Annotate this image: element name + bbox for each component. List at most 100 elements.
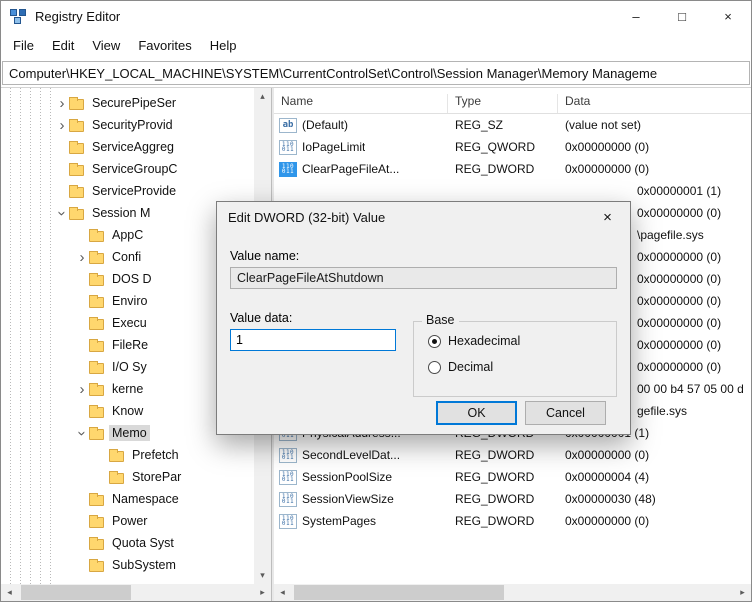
tree-item-label: FileRe [112, 338, 149, 352]
value-name-cell: ClearPageFileAt... [274, 161, 448, 177]
chevron-icon[interactable] [55, 95, 69, 112]
folder-icon [89, 558, 104, 572]
value-name: SessionPoolSize [302, 470, 393, 484]
value-name-cell: (Default) [274, 117, 448, 133]
chevron-icon[interactable] [55, 117, 69, 134]
chevron-icon[interactable] [75, 381, 89, 398]
scroll-left-icon[interactable]: ◂ [274, 584, 291, 601]
value-name: IoPageLimit [302, 140, 366, 154]
maximize-button[interactable]: □ [659, 1, 705, 31]
folder-icon [69, 96, 84, 110]
menu-item-view[interactable]: View [83, 31, 129, 59]
folder-icon [69, 140, 84, 154]
folder-icon [89, 316, 104, 330]
folder-icon [89, 514, 104, 528]
dword-value-icon [279, 469, 297, 485]
scrollbar-thumb[interactable] [294, 585, 504, 600]
folder-icon [69, 162, 84, 176]
minimize-button[interactable]: – [613, 1, 659, 31]
title-bar[interactable]: Registry Editor – □ × [1, 1, 751, 31]
radio-decimal[interactable]: Decimal [428, 360, 493, 374]
edit-dword-dialog: Edit DWORD (32-bit) Value × Value name: … [216, 201, 631, 435]
registry-value-row[interactable]: (Default) REG_SZ (value not set) [274, 114, 751, 136]
dialog-title-bar[interactable]: Edit DWORD (32-bit) Value × [217, 202, 630, 232]
column-header-type[interactable]: Type [448, 94, 558, 113]
folder-icon [69, 118, 84, 132]
scroll-up-icon[interactable]: ▴ [254, 88, 271, 105]
tree-item-securityprovid[interactable]: SecurityProvid [1, 114, 254, 136]
dword-value-icon [279, 447, 297, 463]
value-data: 0x00000000 (0) [565, 514, 650, 528]
scroll-right-icon[interactable]: ▸ [254, 584, 271, 601]
window-title: Registry Editor [35, 8, 121, 24]
tree-item-quota-syst[interactable]: Quota Syst [1, 532, 254, 554]
dword-value-icon [279, 161, 297, 177]
folder-icon [69, 206, 84, 220]
value-data-input[interactable] [230, 329, 396, 351]
folder-icon [109, 448, 124, 462]
registry-value-row[interactable]: IoPageLimit REG_QWORD 0x00000000 (0) [274, 136, 751, 158]
tree-item-label: ServiceGroupC [92, 162, 178, 176]
value-type: REG_QWORD [455, 140, 536, 154]
scroll-left-icon[interactable]: ◂ [1, 584, 18, 601]
tree-item-namespace[interactable]: Namespace [1, 488, 254, 510]
base-group: Base Hexadecimal Decimal [413, 313, 617, 397]
registry-value-row[interactable]: ClearPageFileAt... REG_DWORD 0x00000000 … [274, 158, 751, 180]
tree-item-securepipeser[interactable]: SecurePipeSer [1, 92, 254, 114]
chevron-icon[interactable] [75, 249, 89, 266]
menu-item-file[interactable]: File [4, 31, 43, 59]
value-data: 0x00000001 (1) [637, 184, 722, 198]
scroll-right-icon[interactable]: ▸ [734, 584, 751, 601]
tree-horizontal-scrollbar[interactable]: ◂ ▸ [1, 584, 271, 601]
scrollbar-thumb[interactable] [21, 585, 131, 600]
folder-icon [89, 536, 104, 550]
tree-item-serviceaggreg[interactable]: ServiceAggreg [1, 136, 254, 158]
folder-icon [89, 250, 104, 264]
column-header-name[interactable]: Name [274, 94, 448, 113]
tree-item-storepar[interactable]: StorePar [1, 466, 254, 488]
tree-item-prefetch[interactable]: Prefetch [1, 444, 254, 466]
radio-hexadecimal[interactable]: Hexadecimal [428, 334, 520, 348]
value-name: ClearPageFileAt... [302, 162, 400, 176]
tree-item-label: SecurityProvid [92, 118, 173, 132]
registry-value-row[interactable]: SessionPoolSize REG_DWORD 0x00000004 (4) [274, 466, 751, 488]
tree-item-subsystem[interactable]: SubSystem [1, 554, 254, 576]
dialog-title: Edit DWORD (32-bit) Value [228, 209, 386, 225]
tree-item-label: Prefetch [132, 448, 179, 462]
column-header-data[interactable]: Data [558, 94, 751, 113]
tree-item-label: I/O Sy [112, 360, 147, 374]
dialog-close-icon[interactable]: × [585, 203, 630, 232]
chevron-icon[interactable] [54, 206, 71, 220]
cancel-button[interactable]: Cancel [525, 401, 606, 425]
close-button[interactable]: × [705, 1, 751, 31]
address-input[interactable] [2, 61, 750, 85]
tree-item-label: AppC [112, 228, 144, 242]
registry-value-row[interactable]: SecondLevelDat... REG_DWORD 0x00000000 (… [274, 444, 751, 466]
registry-editor-window: Registry Editor – □ × File Edit View Favori… [0, 0, 752, 602]
registry-value-row[interactable]: SystemPages REG_DWORD 0x00000000 (0) [274, 510, 751, 532]
registry-value-row[interactable]: SessionViewSize REG_DWORD 0x00000030 (48… [274, 488, 751, 510]
chevron-icon[interactable] [74, 426, 91, 440]
scroll-down-icon[interactable]: ▾ [254, 567, 271, 584]
tree-item-servicegroupc[interactable]: ServiceGroupC [1, 158, 254, 180]
value-data: (value not set) [565, 118, 642, 132]
tree-item-serviceprovide[interactable]: ServiceProvide [1, 180, 254, 202]
radio-hexadecimal-label: Hexadecimal [448, 334, 521, 348]
folder-icon [89, 404, 104, 418]
registry-editor-icon [10, 8, 28, 25]
tree-item-label: ServiceProvide [92, 184, 177, 198]
menu-item-help[interactable]: Help [201, 31, 246, 59]
folder-icon [89, 382, 104, 396]
tree-item-label: Execu [112, 316, 147, 330]
ok-button[interactable]: OK [436, 401, 517, 425]
list-horizontal-scrollbar[interactable]: ◂ ▸ [274, 584, 751, 601]
tree-item-label: SecurePipeSer [92, 96, 177, 110]
radio-unchecked-icon [428, 360, 441, 374]
tree-item-label: Memo [109, 425, 150, 441]
tree-item-power[interactable]: Power [1, 510, 254, 532]
menu-item-edit[interactable]: Edit [43, 31, 83, 59]
registry-value-row[interactable]: 0x00000001 (1) [274, 180, 751, 202]
value-name: SessionViewSize [302, 492, 394, 506]
tree-item-label: Quota Syst [112, 536, 174, 550]
menu-item-favorites[interactable]: Favorites [129, 31, 200, 59]
